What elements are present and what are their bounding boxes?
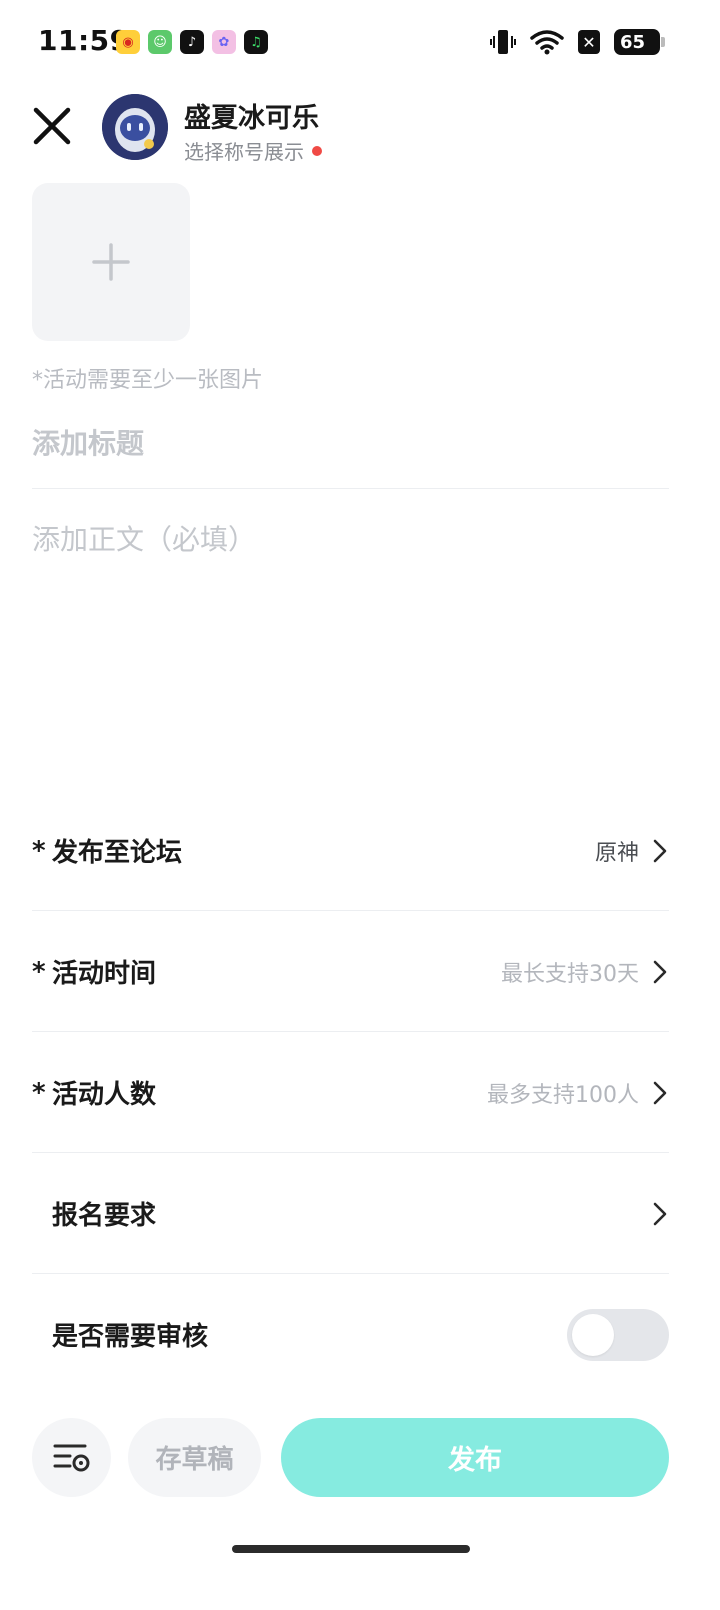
post-settings-button[interactable] <box>32 1418 111 1497</box>
user-name: 盛夏冰可乐 <box>184 103 319 134</box>
activity-people-label: 活动人数 <box>52 1080 157 1110</box>
home-indicator[interactable] <box>232 1545 470 1553</box>
activity-time-row[interactable]: * 活动时间 最长支持30天 <box>32 911 669 1032</box>
title-select-link[interactable]: 选择称号展示 <box>184 136 322 165</box>
battery-level: 65 <box>620 31 646 53</box>
chevron-right-icon <box>653 839 667 862</box>
close-button[interactable] <box>30 104 74 148</box>
toggle-knob <box>572 1313 614 1356</box>
signup-requirements-row[interactable]: 报名要求 <box>32 1153 669 1274</box>
wifi-icon <box>530 30 564 55</box>
activity-time-label: 活动时间 <box>52 959 157 989</box>
activity-people-row[interactable]: * 活动人数 最多支持100人 <box>32 1032 669 1153</box>
signup-requirements-label: 报名要求 <box>52 1201 157 1231</box>
status-bar: 11:59 ◉ ☺ ♪ ✿ ♫ ✕ 65 <box>0 0 720 84</box>
title-select-label: 选择称号展示 <box>184 140 304 164</box>
list-settings-icon <box>53 1444 89 1471</box>
tiktok-icon: ♪ <box>180 30 204 54</box>
publish-button[interactable]: 发布 <box>281 1418 669 1497</box>
required-mark: * <box>32 835 46 866</box>
activity-time-value: 最长支持30天 <box>501 961 639 987</box>
avatar[interactable] <box>102 94 168 160</box>
divider <box>32 488 669 489</box>
required-mark: * <box>32 956 46 987</box>
review-row: 是否需要审核 <box>32 1274 669 1395</box>
image-requirement-hint: *活动需要至少一张图片 <box>32 368 264 393</box>
activity-people-value: 最多支持100人 <box>487 1082 639 1108</box>
forum-label: 发布至论坛 <box>52 838 183 868</box>
pink-app-icon: ✿ <box>212 30 236 54</box>
add-image-button[interactable] <box>32 183 190 341</box>
notification-x-icon: ✕ <box>578 30 600 54</box>
body-input[interactable]: 添加正文（必填） <box>32 518 669 558</box>
forum-row[interactable]: * 发布至论坛 原神 <box>32 790 669 911</box>
red-dot-badge <box>312 145 322 156</box>
vibrate-icon <box>490 30 516 54</box>
review-toggle[interactable] <box>567 1308 669 1361</box>
plus-icon <box>92 243 130 281</box>
close-icon <box>33 107 71 145</box>
chevron-right-icon <box>653 1081 667 1104</box>
robot-avatar-icon <box>102 94 168 160</box>
weibo-icon: ◉ <box>116 30 140 54</box>
review-label: 是否需要审核 <box>52 1322 209 1352</box>
chevron-right-icon <box>653 1202 667 1225</box>
chevron-right-icon <box>653 960 667 983</box>
system-icons: ✕ 65 <box>490 28 665 56</box>
green-app-icon: ☺ <box>148 30 172 54</box>
forum-value: 原神 <box>594 840 639 866</box>
notification-app-icons: ◉ ☺ ♪ ✿ ♫ <box>116 30 268 54</box>
required-mark: * <box>32 1077 46 1108</box>
battery-icon: 65 <box>614 29 665 55</box>
save-draft-button[interactable]: 存草稿 <box>128 1418 261 1497</box>
title-input[interactable]: 添加标题 <box>32 422 669 462</box>
music-app-icon: ♫ <box>244 30 268 54</box>
